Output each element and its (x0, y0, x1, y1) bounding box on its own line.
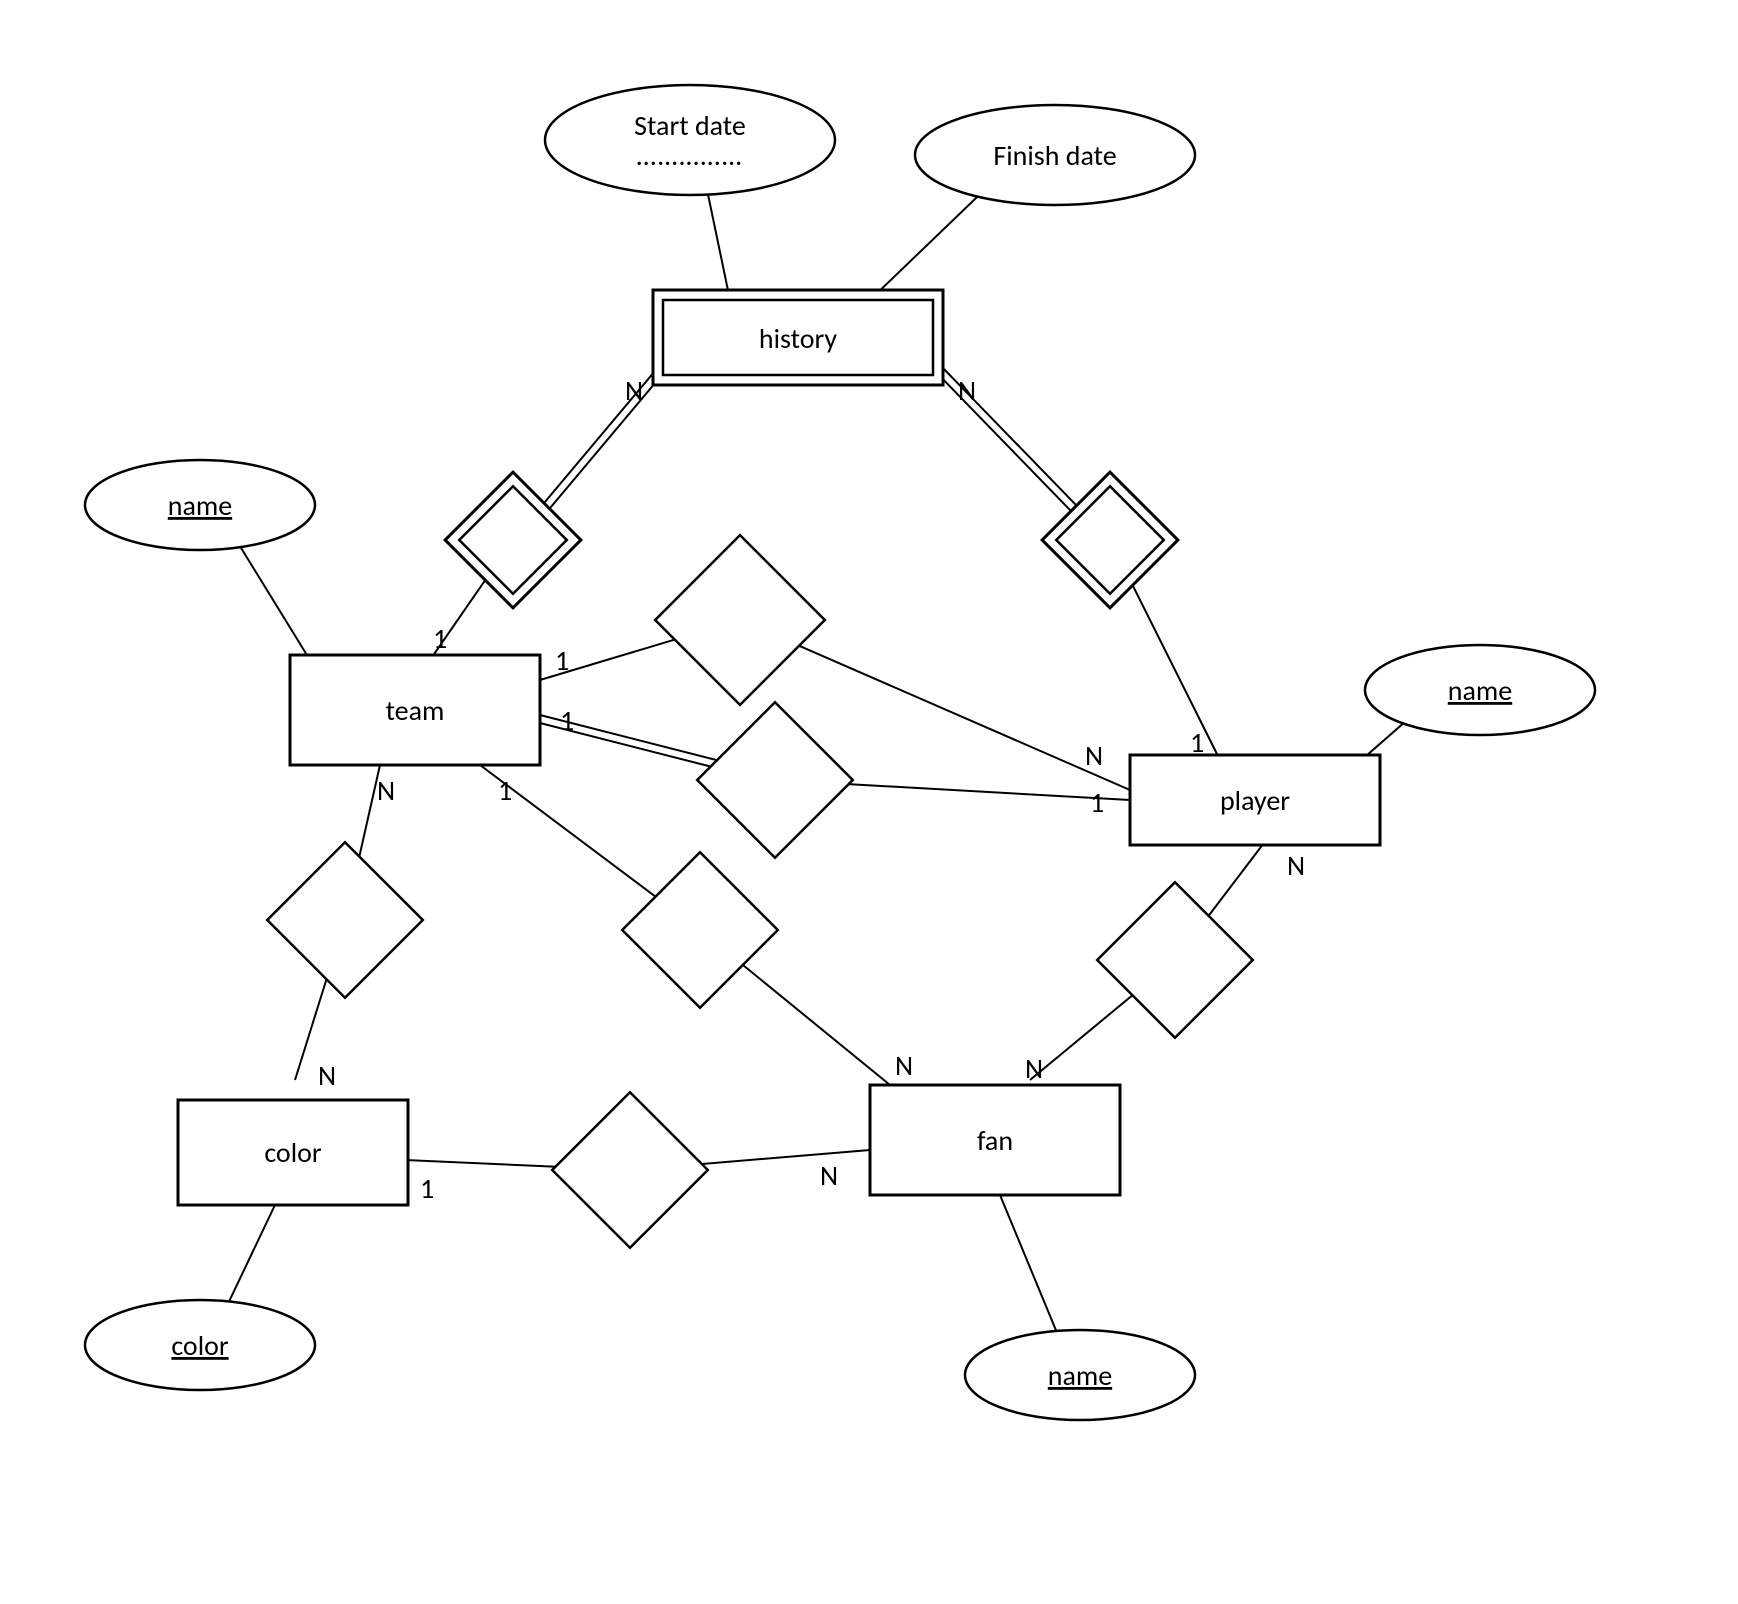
card-player-d2-1: 1 (1090, 785, 1104, 820)
attr-team-name-label: name (168, 488, 232, 523)
card-color-fan-1: 1 (420, 1171, 434, 1206)
attr-color-color-label: color (171, 1328, 229, 1363)
card-team-color-N: N (377, 773, 395, 808)
card-team-d2-1: 1 (560, 703, 574, 738)
card-team-down-1: 1 (498, 773, 512, 808)
weak-rel-left (445, 472, 581, 608)
card-player-left-N: N (1085, 738, 1103, 773)
card-team-d1-1: 1 (555, 643, 569, 678)
card-fan-player-N: N (1025, 1051, 1043, 1086)
attr-start-date-dots: …………… (637, 138, 744, 173)
entity-player-label: player (1220, 783, 1290, 818)
rel-team-color (267, 842, 423, 998)
card-color-N: N (318, 1058, 336, 1093)
er-diagram: Start date …………… Finish date name name c… (0, 0, 1738, 1604)
entity-color-label: color (264, 1135, 322, 1170)
entity-team-label: team (386, 693, 445, 728)
card-history-right-N: N (958, 373, 976, 408)
rel-team-player-2 (697, 702, 853, 858)
card-team-up-1: 1 (433, 621, 447, 656)
rel-color-fan (552, 1092, 708, 1248)
attr-fan-name-label: name (1048, 1358, 1112, 1393)
card-fan-color-N: N (820, 1158, 838, 1193)
rel-team-fan (622, 852, 778, 1008)
card-player-up-1: 1 (1190, 725, 1204, 760)
rel-player-fan (1097, 882, 1253, 1038)
attr-player-name-label: name (1448, 673, 1512, 708)
card-player-fan-N: N (1287, 848, 1305, 883)
attr-finish-date-label: Finish date (993, 138, 1116, 173)
entity-history-label: history (759, 321, 838, 356)
card-history-left-N: N (625, 373, 643, 408)
card-fan-team-N: N (895, 1048, 913, 1083)
rel-team-player-1 (655, 535, 825, 705)
entity-fan-label: fan (977, 1123, 1013, 1158)
